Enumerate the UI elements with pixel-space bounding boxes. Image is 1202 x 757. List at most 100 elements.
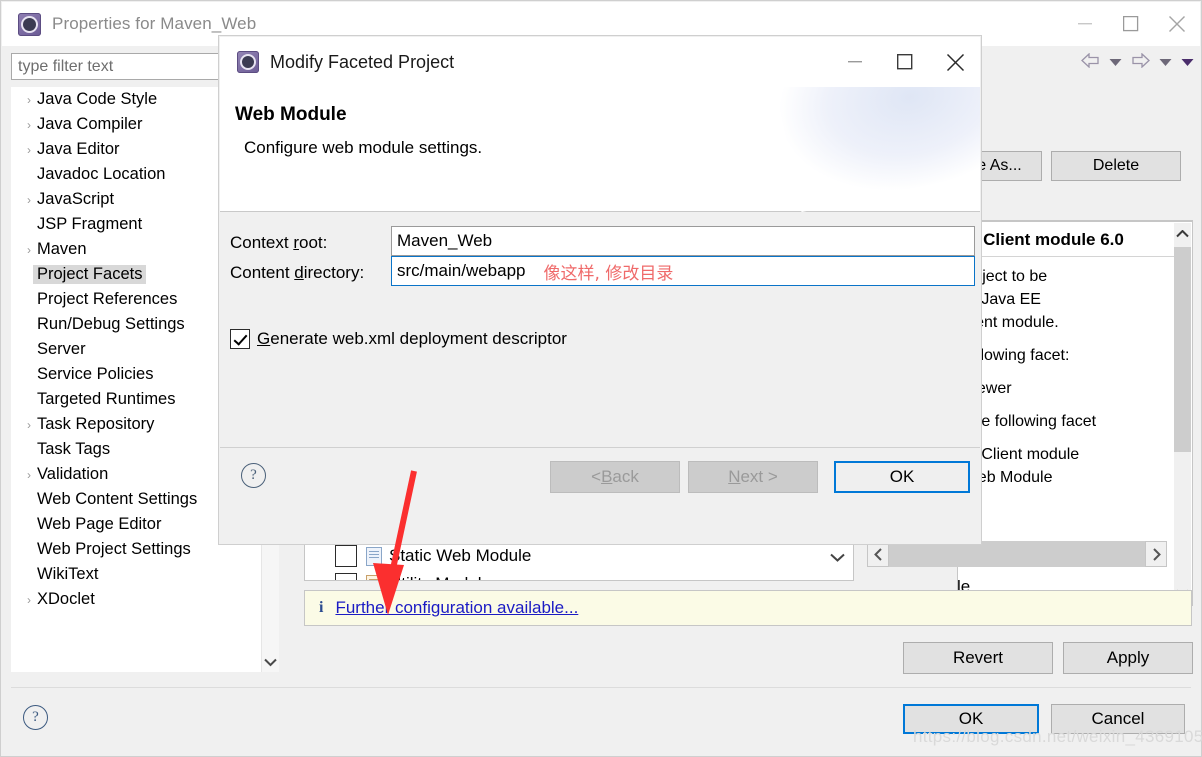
dialog-ok-button[interactable]: OK [834, 461, 970, 493]
context-root-input[interactable]: Maven_Web [391, 226, 975, 256]
generate-webxml-checkbox-row[interactable]: Generate web.xml deployment descriptor [230, 329, 567, 349]
sidebar-item-label: Javadoc Location [37, 165, 166, 183]
sidebar-item-label: Run/Debug Settings [37, 315, 185, 333]
help-question-icon[interactable]: ? [23, 705, 48, 730]
context-root-value: Maven_Web [397, 231, 493, 250]
content-directory-value: src/main/webapp [397, 261, 526, 280]
description-line: the following facet [968, 413, 1097, 430]
modify-faceted-project-dialog: Modify Faceted Project Web Module Config… [218, 35, 982, 545]
dialog-window-controls [830, 37, 980, 87]
sidebar-item-label: Java Compiler [37, 115, 143, 133]
dialog-heading: Web Module [235, 104, 347, 125]
chevron-right-icon[interactable]: › [21, 244, 37, 256]
dialog-header: Web Module Configure web module settings… [220, 87, 980, 212]
facet-label: Static Web Module [389, 546, 532, 565]
chevron-right-icon[interactable]: › [21, 144, 37, 156]
further-configuration-link[interactable]: Further configuration available... [335, 598, 578, 618]
sidebar-item-label: Validation [37, 465, 109, 483]
sidebar-item-label: Java Editor [37, 140, 120, 158]
sidebar-item-label: Server [37, 340, 86, 358]
divider [11, 687, 1191, 688]
maximize-icon[interactable] [1108, 2, 1154, 46]
chevron-right-icon[interactable]: › [21, 469, 37, 481]
content-directory-label: Content directory: [230, 263, 365, 282]
sidebar-item-label: Project References [37, 290, 178, 308]
sidebar-item-label: XDoclet [37, 590, 95, 608]
description-line: lient module. [968, 314, 1059, 331]
sidebar-item-wikitext[interactable]: WikiText [11, 562, 261, 587]
document-icon [366, 574, 382, 580]
description-line: roject to be [968, 268, 1048, 285]
facet-list[interactable]: Static Web Module Utility Module [304, 541, 854, 581]
filter-placeholder: type filter text [18, 57, 114, 75]
sidebar-item-label: Web Project Settings [37, 540, 191, 558]
dialog-subheading: Configure web module settings. [244, 138, 483, 157]
dialog-titlebar: Modify Faceted Project [220, 37, 980, 87]
facet-checkbox[interactable] [335, 545, 357, 567]
sidebar-item-label: Targeted Runtimes [37, 390, 176, 408]
description-line: Veb Module [968, 469, 1053, 486]
sidebar-item-label: Task Tags [37, 440, 111, 458]
chevron-down-icon[interactable] [262, 652, 279, 672]
document-icon [366, 546, 382, 566]
filter-input[interactable]: type filter text [11, 53, 233, 80]
description-line: n Client module [968, 446, 1080, 463]
close-icon[interactable] [930, 37, 980, 87]
facet-description-title: n Client module 6.0 [968, 230, 1124, 249]
help-question-icon[interactable]: ? [241, 463, 266, 488]
info-icon: i [319, 599, 324, 616]
sidebar-item-label: WikiText [37, 565, 99, 583]
minimize-icon[interactable] [1062, 2, 1108, 46]
sidebar-item-label: Project Facets [33, 265, 147, 284]
sidebar-item-label: Web Page Editor [37, 515, 162, 533]
dialog-button-bar: ? < Back Next > OK [220, 447, 980, 507]
list-item[interactable]: Utility Module [305, 570, 853, 580]
sidebar-item-label: Service Policies [37, 365, 154, 383]
generate-webxml-checkbox[interactable] [230, 329, 250, 349]
sidebar-item-label: JSP Fragment [37, 215, 143, 233]
apply-button[interactable]: Apply [1063, 642, 1193, 674]
eclipse-gear-icon [18, 12, 41, 36]
description-scrollbar-thumb[interactable] [1174, 247, 1191, 452]
sidebar-item-label: Web Content Settings [37, 490, 198, 508]
maximize-icon[interactable] [880, 37, 930, 87]
red-annotation-text: 像这样, 修改目录 [543, 263, 674, 284]
chevron-right-icon[interactable] [1145, 541, 1167, 567]
sidebar-item-label: Java Code Style [37, 90, 158, 108]
close-icon[interactable] [1154, 2, 1200, 46]
description-line: ollowing facet: [968, 347, 1070, 364]
chevron-right-icon[interactable]: › [21, 194, 37, 206]
content-directory-input[interactable]: src/main/webapp 像这样, 修改目录 [391, 256, 975, 286]
watermark: https://blog.csdn.net/weixin_43691058 [913, 727, 1202, 746]
chevron-right-icon[interactable]: › [21, 119, 37, 131]
chevron-down-icon[interactable] [823, 544, 851, 570]
description-line: newer [968, 380, 1012, 397]
sidebar-item-xdoclet[interactable]: › XDoclet [11, 587, 261, 612]
dialog-title: Modify Faceted Project [270, 51, 455, 72]
sidebar-item-label: JavaScript [37, 190, 115, 208]
chevron-right-icon[interactable]: › [21, 94, 37, 106]
facet-checkbox[interactable] [335, 573, 357, 580]
eclipse-gear-icon [237, 51, 259, 73]
minimize-icon[interactable] [830, 37, 880, 87]
context-root-label: Context root: [230, 233, 328, 252]
window-title: Properties for Maven_Web [52, 14, 257, 33]
generate-webxml-label: Generate web.xml deployment descriptor [257, 329, 567, 348]
divider [220, 447, 980, 448]
chevron-right-icon[interactable]: › [21, 594, 37, 606]
facet-hscrollbar[interactable] [867, 541, 1167, 569]
list-item[interactable]: Static Web Module [305, 542, 853, 570]
next-button[interactable]: Next > [688, 461, 818, 493]
delete-button[interactable]: Delete [1051, 151, 1181, 181]
chevron-up-icon[interactable] [1174, 223, 1191, 245]
back-button[interactable]: < Back [550, 461, 680, 493]
revert-button[interactable]: Revert [903, 642, 1053, 674]
facet-label: Utility Module [389, 574, 491, 580]
chevron-right-icon[interactable]: › [21, 419, 37, 431]
window-controls [1062, 2, 1200, 46]
sidebar-item-label: Maven [37, 240, 87, 258]
sidebar-item-label: Task Repository [37, 415, 155, 433]
info-bar: i Further configuration available... [304, 590, 1192, 626]
